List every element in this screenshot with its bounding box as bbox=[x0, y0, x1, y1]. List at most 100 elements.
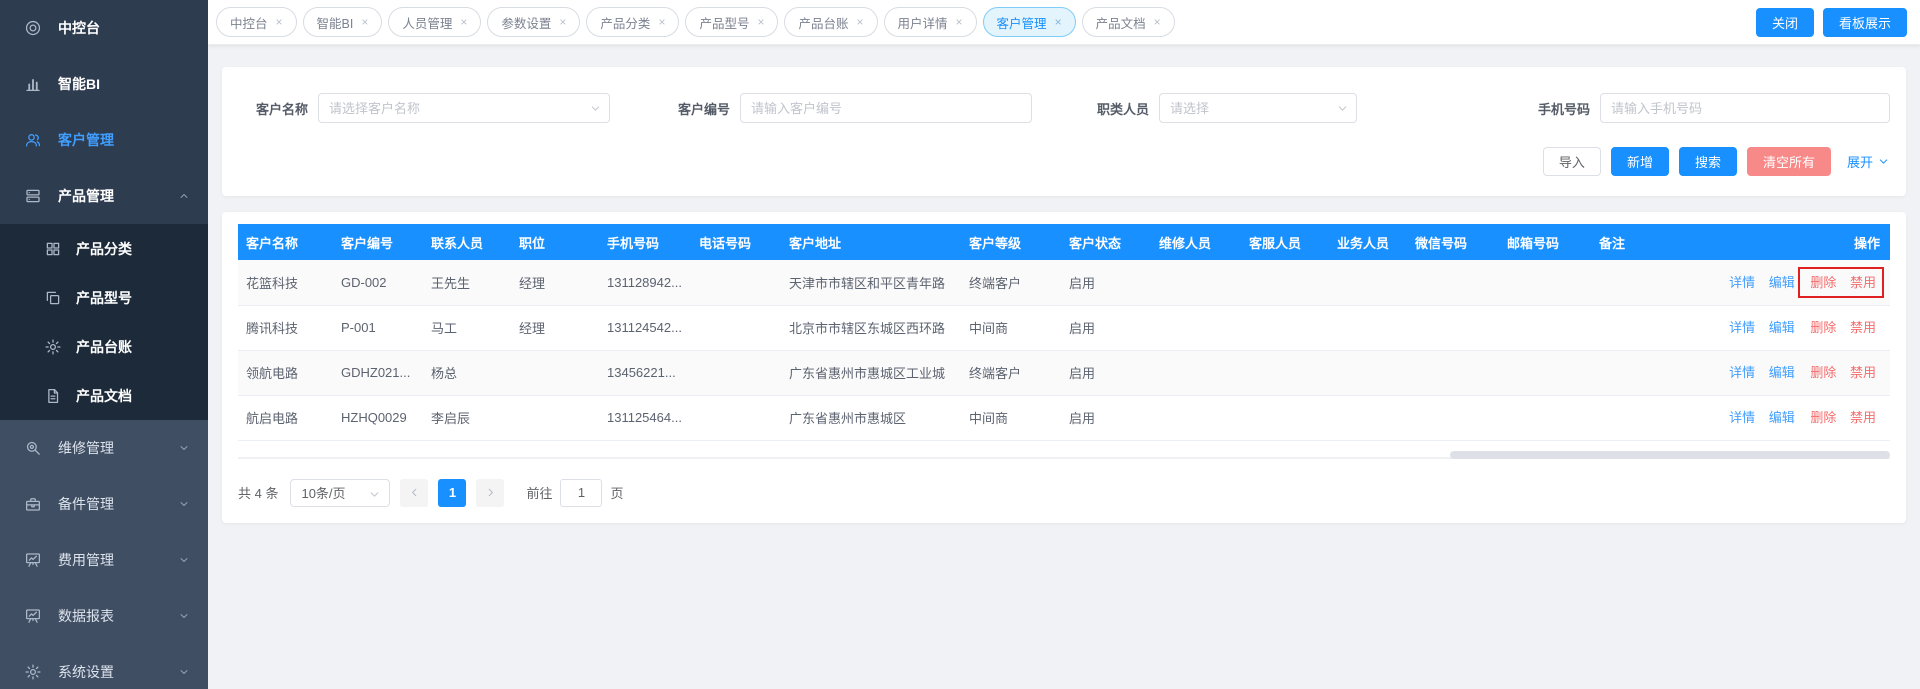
col-customer-name: 客户名称 bbox=[238, 224, 333, 260]
cell-email bbox=[1499, 395, 1591, 440]
sidebar-item[interactable]: 智能BI bbox=[0, 56, 208, 112]
close-tab-icon[interactable]: × bbox=[956, 16, 963, 28]
sidebar-item-label: 产品管理 bbox=[58, 186, 114, 206]
prev-page-button[interactable] bbox=[400, 479, 428, 507]
expand-toggle[interactable]: 展开 bbox=[1847, 152, 1890, 171]
mobile-input[interactable] bbox=[1600, 93, 1890, 123]
cell-contact: 杨总 bbox=[423, 350, 511, 395]
close-tab-icon[interactable]: × bbox=[757, 16, 764, 28]
sidebar-item[interactable]: 客户管理 bbox=[0, 112, 208, 168]
close-tab-icon[interactable]: × bbox=[559, 16, 566, 28]
edit-link[interactable]: 编辑 bbox=[1769, 410, 1795, 425]
sidebar-item[interactable]: 数据报表 bbox=[0, 588, 208, 644]
close-tab-icon[interactable]: × bbox=[658, 16, 665, 28]
cell-customer-code: GD-002 bbox=[333, 260, 423, 305]
edit-link[interactable]: 编辑 bbox=[1769, 320, 1795, 335]
detail-link[interactable]: 详情 bbox=[1729, 320, 1755, 335]
cell-mobile: 131124542... bbox=[599, 305, 691, 350]
page-tab[interactable]: 产品型号 × bbox=[685, 7, 778, 37]
detail-link[interactable]: 详情 bbox=[1729, 365, 1755, 380]
disable-link[interactable]: 禁用 bbox=[1850, 410, 1876, 425]
col-service-staff: 客服人员 bbox=[1241, 224, 1329, 260]
close-tab-icon[interactable]: × bbox=[857, 16, 864, 28]
import-button[interactable]: 导入 bbox=[1543, 147, 1601, 176]
page-tab[interactable]: 用户详情 × bbox=[884, 7, 977, 37]
goto-page-input[interactable] bbox=[560, 479, 602, 507]
close-tab-icon[interactable]: × bbox=[460, 16, 467, 28]
page-size-select[interactable]: 10条/页 bbox=[290, 479, 390, 507]
page-tab[interactable]: 智能BI × bbox=[303, 7, 383, 37]
current-page[interactable]: 1 bbox=[438, 479, 466, 507]
close-tab-icon[interactable]: × bbox=[1154, 16, 1161, 28]
cell-operations: 详情 编辑 删除 禁用 bbox=[1701, 350, 1890, 395]
sidebar-submenu-products: 产品分类 产品型号 产品台账 产品文档 bbox=[0, 224, 208, 420]
col-title: 职位 bbox=[511, 224, 599, 260]
cell-customer-name: 腾讯科技 bbox=[238, 305, 333, 350]
cell-wechat bbox=[1407, 395, 1499, 440]
clear-all-button[interactable]: 清空所有 bbox=[1747, 147, 1831, 176]
staff-type-select[interactable] bbox=[1159, 93, 1357, 123]
page-tab[interactable]: 客户管理 × bbox=[983, 7, 1076, 37]
table-header: 客户名称 客户编号 联系人员 职位 手机号码 电话号码 客户地址 客户等级 客户… bbox=[238, 224, 1890, 260]
main-area: 中控台 × 智能BI × 人员管理 × 参数设置 × 产品分类 × 产品型号 × bbox=[208, 0, 1920, 689]
delete-link[interactable]: 删除 bbox=[1810, 410, 1836, 425]
cell-status: 启用 bbox=[1061, 260, 1151, 305]
page-tab[interactable]: 人员管理 × bbox=[388, 7, 481, 37]
sidebar-item[interactable]: 维修管理 bbox=[0, 420, 208, 476]
detail-link[interactable]: 详情 bbox=[1729, 275, 1755, 290]
sidebar-subitem[interactable]: 产品台账 bbox=[0, 322, 208, 371]
delete-disable-group: 删除 禁用 bbox=[1798, 312, 1884, 343]
close-tab-icon[interactable]: × bbox=[361, 16, 368, 28]
scrollbar-thumb[interactable] bbox=[1450, 451, 1890, 459]
detail-link[interactable]: 详情 bbox=[1729, 410, 1755, 425]
filter-row: 客户名称 客户编号 职类人员 bbox=[238, 93, 1890, 123]
disable-link[interactable]: 禁用 bbox=[1850, 320, 1876, 335]
tab-label: 用户详情 bbox=[898, 13, 948, 32]
cell-grade: 终端客户 bbox=[961, 350, 1061, 395]
customer-code-input[interactable] bbox=[740, 93, 1032, 123]
col-mobile: 手机号码 bbox=[599, 224, 691, 260]
page-tab[interactable]: 中控台 × bbox=[216, 7, 297, 37]
filter-customer-code: 客户编号 bbox=[660, 93, 1032, 123]
sidebar-item[interactable]: 费用管理 bbox=[0, 532, 208, 588]
sidebar-subitem[interactable]: 产品分类 bbox=[0, 224, 208, 273]
page-tab[interactable]: 产品台账 × bbox=[784, 7, 877, 37]
page-tab[interactable]: 产品分类 × bbox=[586, 7, 679, 37]
close-tab-icon[interactable]: × bbox=[276, 16, 283, 28]
edit-link[interactable]: 编辑 bbox=[1769, 275, 1795, 290]
tabbar-actions: 关闭 看板展示 bbox=[1756, 8, 1907, 37]
cell-service-staff bbox=[1241, 350, 1329, 395]
page-tab[interactable]: 参数设置 × bbox=[487, 7, 580, 37]
delete-disable-group: 删除 禁用 bbox=[1798, 267, 1884, 298]
sidebar-item[interactable]: 系统设置 bbox=[0, 644, 208, 689]
close-tab-icon[interactable]: × bbox=[1055, 16, 1062, 28]
add-button[interactable]: 新增 bbox=[1611, 147, 1669, 176]
board-display-button[interactable]: 看板展示 bbox=[1823, 8, 1907, 37]
sidebar: 中控台 智能BI 客户管理 产品管理 产品分类 产品型号 bbox=[0, 0, 208, 689]
copy-icon bbox=[44, 289, 62, 307]
chevron-down-icon bbox=[178, 498, 190, 510]
next-page-button[interactable] bbox=[476, 479, 504, 507]
sidebar-subitem[interactable]: 产品型号 bbox=[0, 273, 208, 322]
delete-link[interactable]: 删除 bbox=[1810, 365, 1836, 380]
customer-name-select[interactable] bbox=[318, 93, 610, 123]
cell-service-staff bbox=[1241, 260, 1329, 305]
cell-sales-staff bbox=[1329, 305, 1407, 350]
sidebar-item[interactable]: 备件管理 bbox=[0, 476, 208, 532]
sidebar-item[interactable]: 中控台 bbox=[0, 0, 208, 56]
disable-link[interactable]: 禁用 bbox=[1850, 365, 1876, 380]
page-tab[interactable]: 产品文档 × bbox=[1082, 7, 1175, 37]
sidebar-item[interactable]: 产品管理 bbox=[0, 168, 208, 224]
disable-link[interactable]: 禁用 bbox=[1850, 275, 1876, 290]
sidebar-subitem[interactable]: 产品文档 bbox=[0, 371, 208, 420]
sidebar-item-label: 智能BI bbox=[58, 74, 100, 94]
close-button[interactable]: 关闭 bbox=[1756, 8, 1814, 37]
chevron-down-icon bbox=[368, 488, 381, 501]
edit-link[interactable]: 编辑 bbox=[1769, 365, 1795, 380]
delete-link[interactable]: 删除 bbox=[1810, 320, 1836, 335]
cell-customer-name: 领航电路 bbox=[238, 350, 333, 395]
search-button[interactable]: 搜索 bbox=[1679, 147, 1737, 176]
cell-remark bbox=[1591, 350, 1701, 395]
delete-link[interactable]: 删除 bbox=[1810, 275, 1836, 290]
cell-customer-name: 航启电路 bbox=[238, 395, 333, 440]
